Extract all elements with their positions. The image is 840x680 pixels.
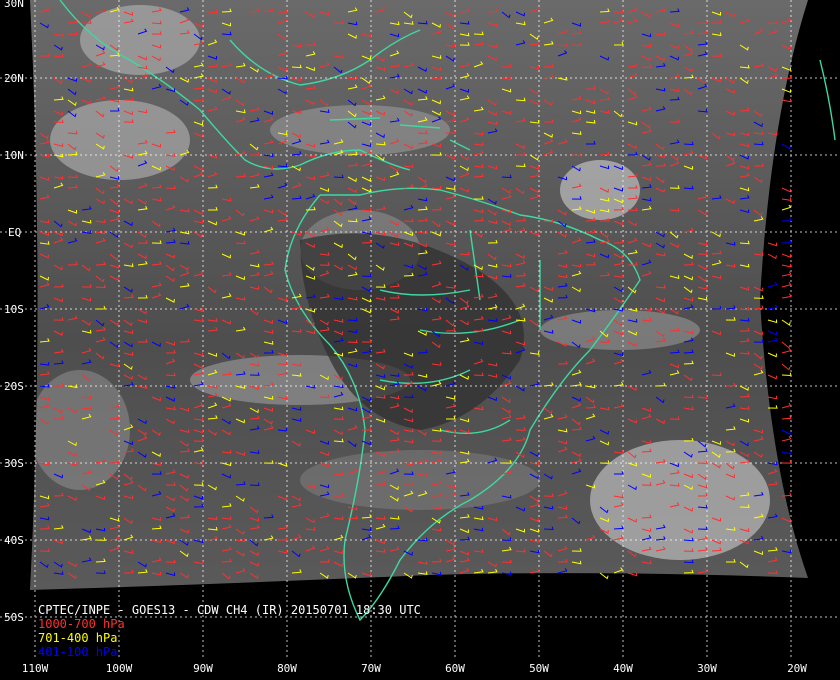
lat-label: EQ: [8, 226, 21, 239]
lon-label: 70W: [361, 662, 381, 675]
lon-label: 30W: [697, 662, 717, 675]
lat-label: 10N: [4, 149, 24, 162]
lat-label: 30S: [4, 457, 24, 470]
map-caption: CPTEC/INPE - GOES13 - CDW CH4 (IR) 20150…: [38, 603, 421, 617]
lat-label: 30N: [4, 0, 24, 10]
lon-label: 20W: [787, 662, 807, 675]
lat-label: 20S: [4, 380, 24, 393]
lon-label: 60W: [445, 662, 465, 675]
legend-mid-level: 701-400 hPa: [38, 631, 118, 645]
lon-label: 100W: [106, 662, 133, 675]
lon-label: 40W: [613, 662, 633, 675]
legend: CPTEC/INPE - GOES13 - CDW CH4 (IR) 20150…: [38, 603, 421, 659]
lat-label: 50S: [4, 611, 24, 624]
legend-low-level: 1000-700 hPa: [38, 617, 125, 631]
satellite-wind-map: 30N 20N 10N EQ 10S 20S 30S 40S 50S 110W …: [0, 0, 840, 680]
legend-high-level: 401-100 hPa: [38, 645, 118, 659]
lon-label: 80W: [277, 662, 297, 675]
lat-label: 40S: [4, 534, 24, 547]
lon-label: 110W: [22, 662, 49, 675]
lon-label: 50W: [529, 662, 549, 675]
lat-label: 10S: [4, 303, 24, 316]
lon-label: 90W: [193, 662, 213, 675]
lat-label: 20N: [4, 72, 24, 85]
